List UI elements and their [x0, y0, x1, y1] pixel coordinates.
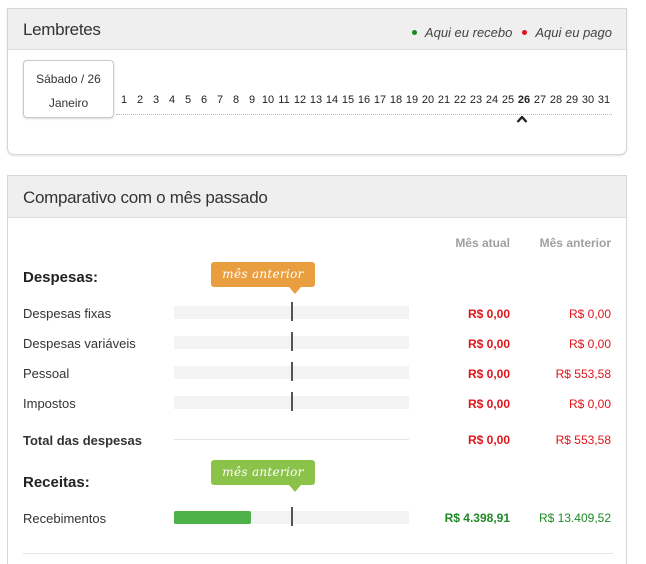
day-21[interactable]: 21: [436, 93, 452, 114]
previous-month-badge-expenses: mês anterior: [211, 262, 315, 294]
selected-date-box[interactable]: Sábado / 26 Janeiro: [23, 60, 114, 118]
legend-receive-label: Aqui eu recebo: [424, 25, 513, 40]
day-28[interactable]: 28: [548, 93, 564, 114]
day-10[interactable]: 10: [260, 93, 276, 114]
selected-date-month: Janeiro: [48, 96, 89, 110]
expense-row-current: R$ 0,00: [467, 367, 510, 381]
day-26[interactable]: 26: [516, 93, 532, 114]
comparison-panel: Comparativo com o mês passado Mês atual …: [7, 175, 627, 564]
day-strip: 1 2 3 4 5 6 7 8 9 10 11 12 13 14 15 16 17 18 19 20 21 22 23 24 2…: [116, 93, 612, 115]
day-15[interactable]: 15: [340, 93, 356, 114]
day-30[interactable]: 30: [580, 93, 596, 114]
expense-row-bar: [174, 332, 409, 351]
reminders-header: Lembretes Aqui eu recebo Aqui eu pago: [8, 9, 626, 50]
expense-row-bar: [174, 302, 409, 321]
expenses-section-title: Despesas:: [23, 269, 99, 286]
previous-month-badge-income: mês anterior: [211, 460, 315, 492]
income-row-previous: R$ 13.409,52: [538, 511, 611, 525]
expense-total-current: R$ 0,00: [467, 433, 510, 447]
comparison-header: Comparativo com o mês passado: [8, 176, 626, 218]
expense-row-label: Impostos: [23, 396, 76, 411]
chevron-up-icon: [516, 115, 528, 123]
day-4[interactable]: 4: [164, 93, 180, 114]
expense-row-previous: R$ 0,00: [568, 337, 611, 351]
day-12[interactable]: 12: [292, 93, 308, 114]
expense-row-current: R$ 0,00: [467, 337, 510, 351]
expense-row-label: Despesas variáveis: [23, 336, 136, 351]
expense-total-label: Total das despesas: [23, 433, 142, 448]
legend-pay: Aqui eu pago: [522, 25, 612, 40]
expense-row-current: R$ 0,00: [467, 307, 510, 321]
expense-row-previous: R$ 0,00: [568, 307, 611, 321]
day-16[interactable]: 16: [356, 93, 372, 114]
day-29[interactable]: 29: [564, 93, 580, 114]
day-27[interactable]: 27: [532, 93, 548, 114]
previous-month-marker: [291, 332, 293, 351]
comparison-title: Comparativo com o mês passado: [23, 188, 268, 207]
legend-pay-label: Aqui eu pago: [535, 25, 612, 40]
expense-row-previous: R$ 0,00: [568, 397, 611, 411]
column-previous-month: Mês anterior: [539, 236, 611, 250]
previous-month-marker: [291, 507, 293, 526]
bar-fill: [174, 511, 252, 524]
day-5[interactable]: 5: [180, 93, 196, 114]
day-23[interactable]: 23: [468, 93, 484, 114]
income-row-bar: [174, 507, 409, 526]
reminders-legend: Aqui eu recebo Aqui eu pago: [411, 25, 612, 40]
selected-date-weekday: Sábado / 26: [36, 72, 101, 86]
red-dot-icon: [522, 30, 528, 35]
day-1[interactable]: 1: [116, 93, 132, 114]
day-3[interactable]: 3: [148, 93, 164, 114]
expense-row-bar: [174, 362, 409, 381]
green-dot-icon: [411, 30, 417, 35]
previous-month-marker: [291, 392, 293, 411]
expense-row-current: R$ 0,00: [467, 397, 510, 411]
day-17[interactable]: 17: [372, 93, 388, 114]
income-section-title: Receitas:: [23, 474, 90, 491]
day-2[interactable]: 2: [132, 93, 148, 114]
expense-row-previous: R$ 553,58: [555, 367, 611, 381]
day-25[interactable]: 25: [500, 93, 516, 114]
day-7[interactable]: 7: [212, 93, 228, 114]
previous-month-marker: [291, 302, 293, 321]
day-18[interactable]: 18: [388, 93, 404, 114]
expense-row-bar: [174, 392, 409, 411]
expense-row-label: Pessoal: [23, 366, 70, 381]
day-9[interactable]: 9: [244, 93, 260, 114]
income-row-label: Recebimentos: [23, 511, 107, 526]
day-8[interactable]: 8: [228, 93, 244, 114]
column-current-month: Mês atual: [455, 236, 510, 250]
day-20[interactable]: 20: [420, 93, 436, 114]
legend-receive: Aqui eu recebo: [411, 25, 513, 40]
day-22[interactable]: 22: [452, 93, 468, 114]
reminders-panel: Lembretes Aqui eu recebo Aqui eu pago Sá…: [7, 8, 627, 155]
reminders-title: Lembretes: [23, 20, 101, 39]
day-24[interactable]: 24: [484, 93, 500, 114]
expense-row-label: Despesas fixas: [23, 306, 112, 321]
income-row-current: R$ 4.398,91: [444, 511, 510, 525]
expense-total-previous: R$ 553,58: [555, 433, 611, 447]
day-13[interactable]: 13: [308, 93, 324, 114]
day-11[interactable]: 11: [276, 93, 292, 114]
previous-month-marker: [291, 362, 293, 381]
day-6[interactable]: 6: [196, 93, 212, 114]
day-14[interactable]: 14: [324, 93, 340, 114]
divider: [23, 553, 613, 554]
divider: [174, 439, 409, 440]
day-19[interactable]: 19: [404, 93, 420, 114]
day-31[interactable]: 31: [596, 93, 612, 114]
